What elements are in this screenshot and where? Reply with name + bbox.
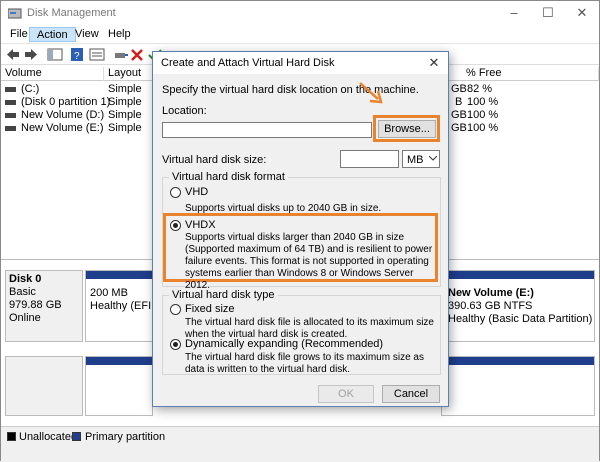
arrow-annotation-icon [359,82,383,104]
disk-name: Disk 0 [9,273,42,285]
partition-name: New Volume (E:) [448,287,534,299]
location-label: Location: [162,105,207,117]
column-layout[interactable]: Layout [104,67,154,81]
location-input[interactable] [162,122,372,138]
disk-size: 979.88 GB [9,299,62,311]
partition-status: Healthy (EFI [90,300,152,312]
help-icon[interactable]: ? [69,47,85,62]
column-percent-free[interactable]: % Free [462,67,599,81]
partition-bar [442,357,594,365]
disk0-info[interactable]: Disk 0 Basic 979.88 GB Online [5,270,83,342]
window-title: Disk Management [27,7,116,19]
volume-icon [5,100,16,105]
menu-view[interactable]: View [68,27,106,42]
cdrom-info[interactable] [5,356,83,416]
radio-selected-dot [173,223,178,228]
volume-name: New Volume (E:) [21,122,104,134]
fixed-size-label[interactable]: Fixed size [185,303,235,316]
partition-text: 200 MB Healthy (EFI [90,287,151,313]
menu-bar: File Action View Help [1,25,599,43]
size-label: Virtual hard disk size: [162,154,267,166]
partition-efi[interactable]: 200 MB Healthy (EFI [85,270,153,342]
volume-size: GB [451,122,467,134]
delete-icon[interactable] [129,47,145,62]
size-input[interactable] [340,150,399,168]
partition-bar [442,271,594,279]
back-arrow-icon[interactable] [5,47,21,62]
cancel-button[interactable]: Cancel [382,385,440,403]
size-unit-select[interactable]: MB [402,150,440,168]
menu-help[interactable]: Help [101,27,138,42]
connect-disk-icon[interactable] [113,47,129,62]
column-volume[interactable]: Volume [1,67,104,81]
volume-layout: Simple [108,96,142,108]
svg-text:?: ? [74,51,80,62]
volume-free: 82 % [467,83,493,95]
volume-free: 100 % [467,109,499,121]
forward-arrow-icon[interactable] [23,47,39,62]
volume-size: GB [451,83,467,95]
partition-size: 390.63 GB NTFS [448,300,533,312]
volume-name: New Volume (D:) [21,109,105,121]
radio-selected-dot [173,342,178,347]
minimize-button[interactable]: – [497,1,531,25]
ok-button[interactable]: OK [318,385,374,403]
unallocated-swatch [7,432,16,441]
dialog-close-button[interactable]: ✕ [420,52,448,74]
partition-bar [86,271,152,279]
vhdx-label[interactable]: VHDX [185,219,216,232]
dialog-title-bar: Create and Attach Virtual Hard Disk ✕ [153,52,448,74]
volume-layout: Simple [108,122,142,134]
vhd-radio[interactable] [170,187,181,198]
partition-text: New Volume (E:) 390.63 GB NTFS Healthy (… [448,287,592,326]
volume-name: (Disk 0 partition 1) [21,96,111,108]
close-button[interactable]: ✕ [565,1,599,25]
dialog-title: Create and Attach Virtual Hard Disk [161,57,335,69]
create-vhd-dialog: Create and Attach Virtual Hard Disk ✕ Sp… [152,51,449,407]
vhdx-description: Supports virtual disks larger than 2040 … [185,232,433,291]
dynamic-description: The virtual hard disk file grows to its … [185,352,424,375]
chevron-down-icon [429,156,437,161]
volume-free: 100 % [467,122,499,134]
maximize-button[interactable]: ☐ [531,1,565,25]
disk-type: Basic [9,286,36,298]
format-group-label: Virtual hard disk format [169,171,288,184]
properties-icon[interactable] [89,47,105,62]
legend-unallocated: Unallocated [19,431,78,443]
volume-icon [5,113,16,118]
size-unit-value: MB [407,154,424,166]
volume-icon [5,126,16,131]
partition-e[interactable]: New Volume (E:) 390.63 GB NTFS Healthy (… [441,270,595,342]
type-group-label: Virtual hard disk type [169,289,278,302]
partition-placeholder [441,356,595,416]
volume-free: 100 % [467,96,499,108]
partition-placeholder [85,356,153,416]
primary-swatch [72,432,81,441]
partition-status: Healthy (Basic Data Partition) [448,313,593,325]
vhd-label[interactable]: VHD [185,186,208,199]
volume-size: GB [451,109,467,121]
browse-button[interactable]: Browse... [378,120,436,138]
legend-bar: Unallocated Primary partition [1,426,599,462]
fixed-size-radio[interactable] [170,304,181,315]
partition-size: 200 MB [90,287,128,299]
volume-name: (C:) [21,83,40,95]
console-tree-icon[interactable] [47,47,63,62]
disk-management-app-icon [8,8,22,19]
vhdx-radio[interactable] [170,220,181,231]
volume-layout: Simple [108,109,142,121]
title-bar: Disk Management – ☐ ✕ [1,1,599,25]
dynamic-radio[interactable] [170,339,181,350]
partition-bar [86,357,152,365]
disk-status: Online [9,312,41,324]
dynamic-label[interactable]: Dynamically expanding (Recommended) [185,338,383,351]
volume-layout: Simple [108,83,142,95]
volume-size: B [455,96,463,108]
volume-icon [5,87,16,92]
legend-primary: Primary partition [85,431,166,443]
